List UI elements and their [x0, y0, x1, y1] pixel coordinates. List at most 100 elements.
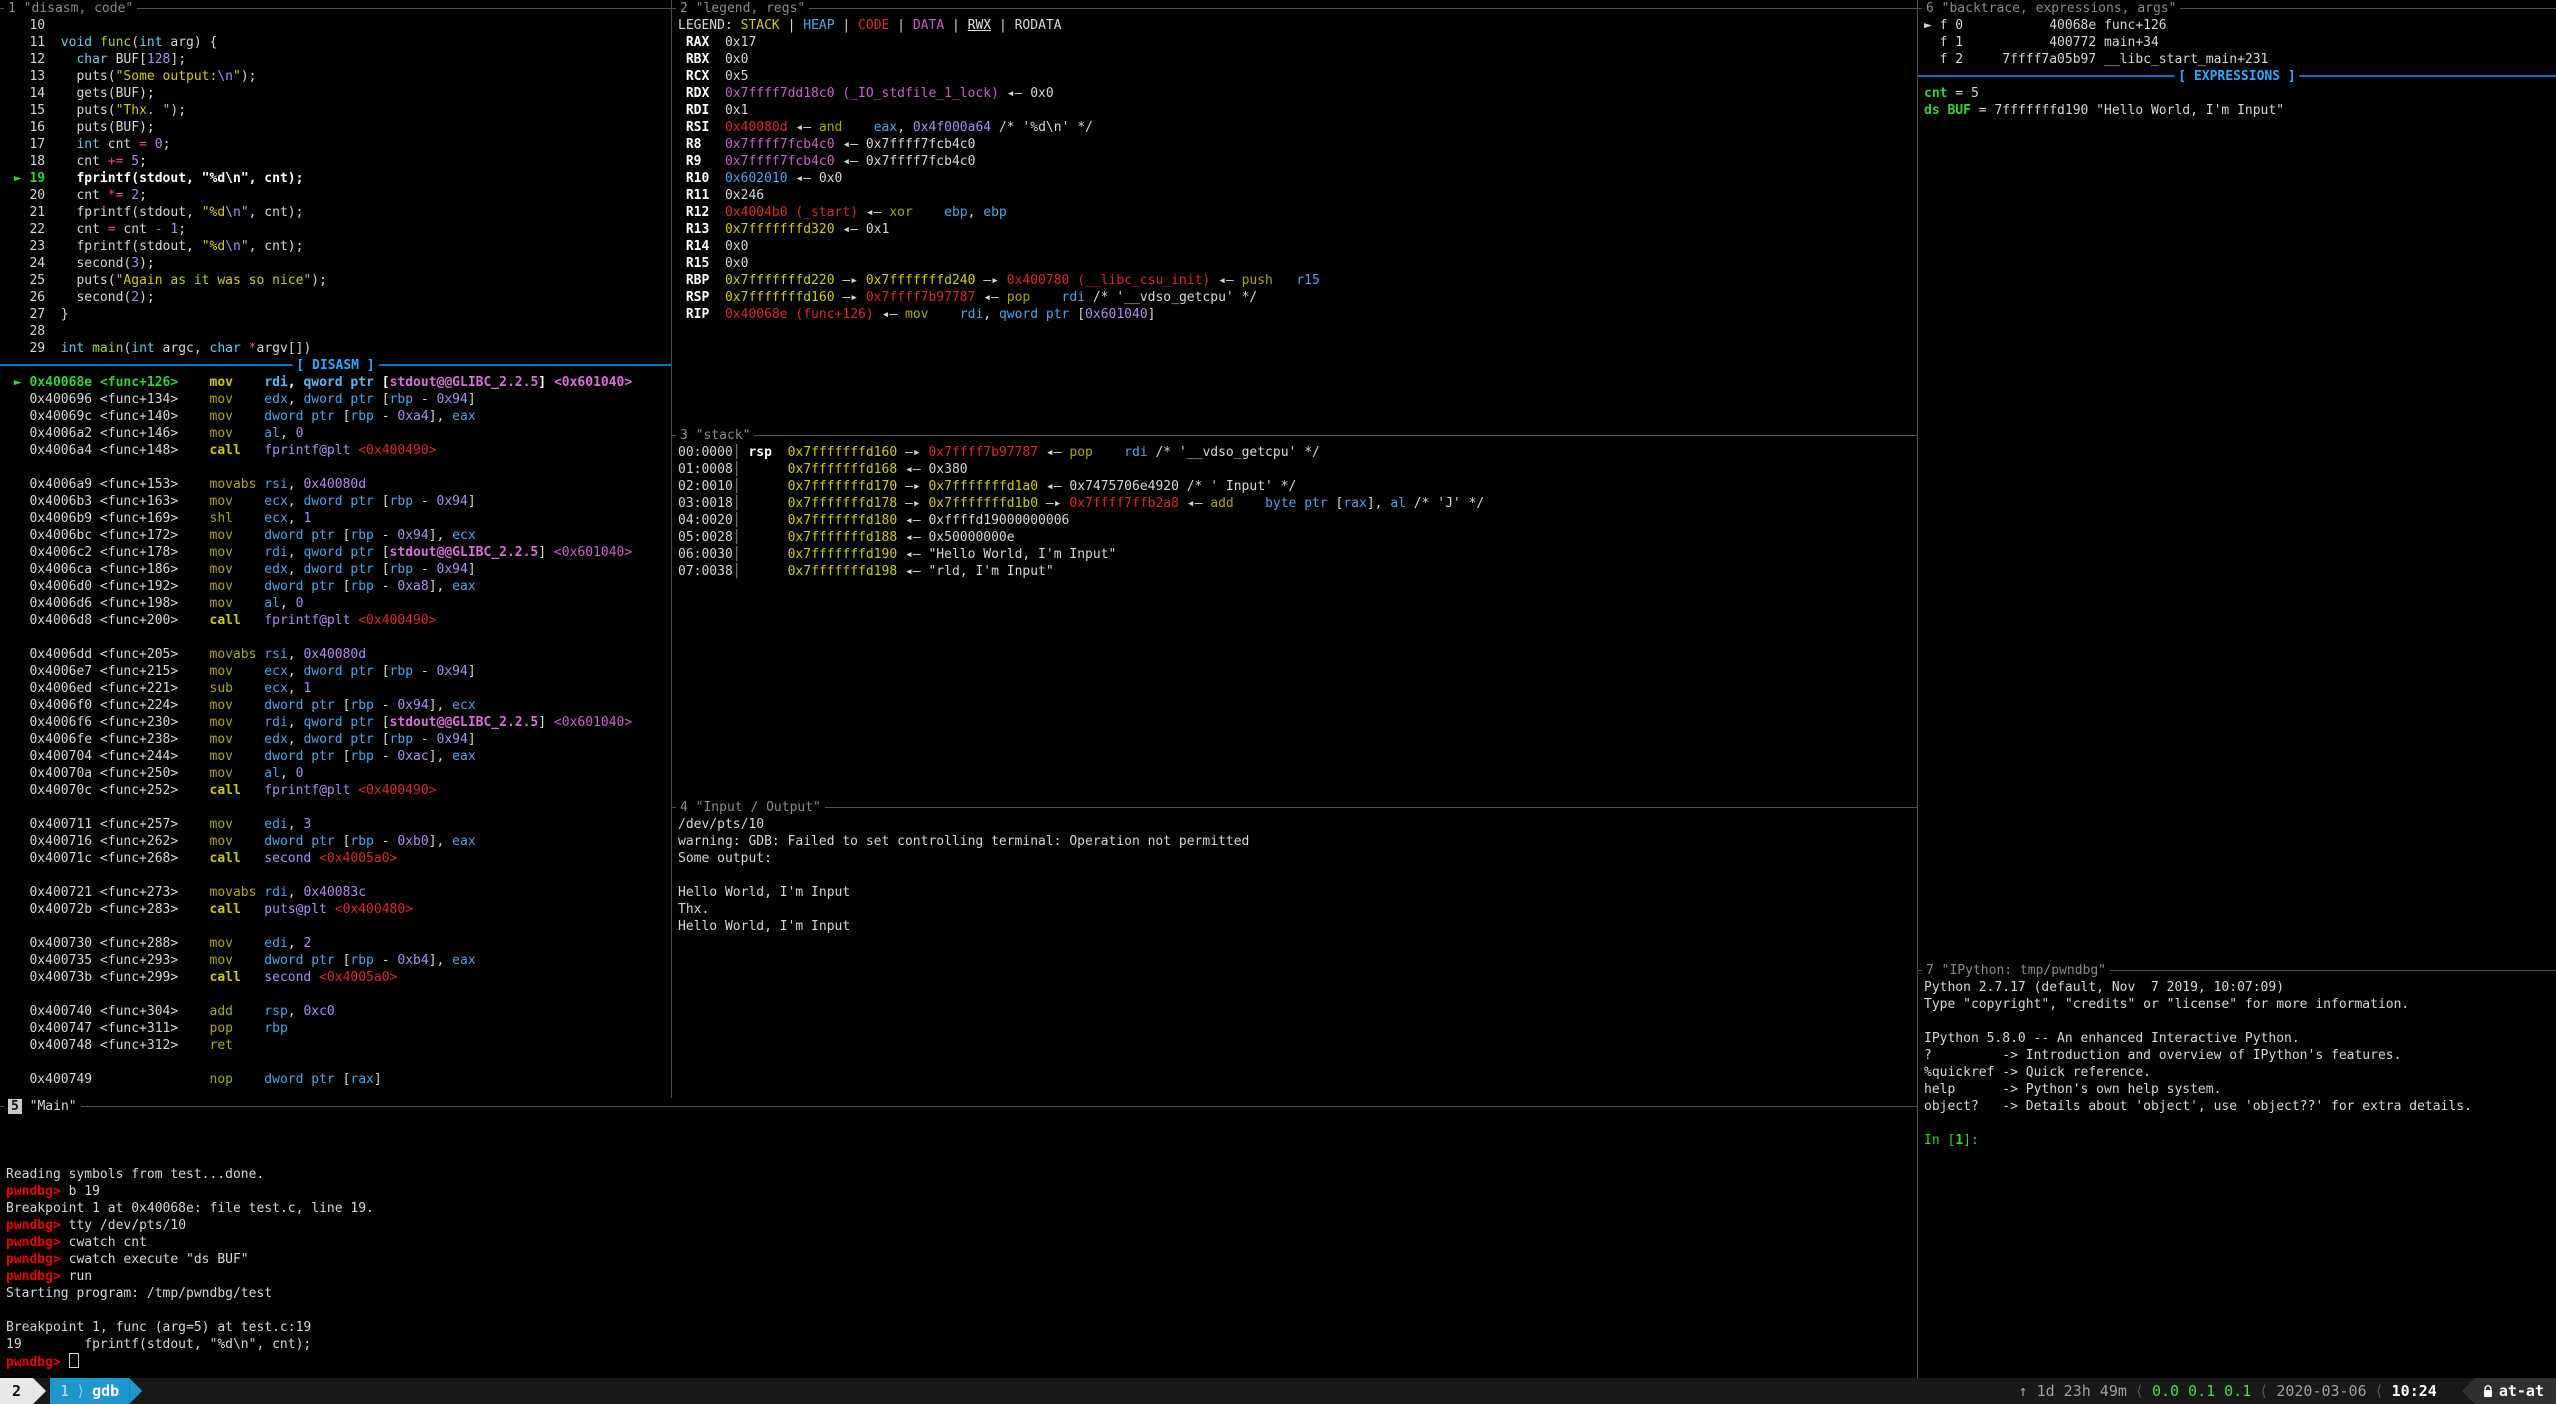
terminal-line: 00:0000│ rsp 0x7fffffffd160 —▸ 0x7ffff7b… [672, 444, 1917, 461]
terminal-line: 0x400740 <func+304> add rsp, 0xc0 [0, 1003, 671, 1020]
ipython-listing: Python 2.7.17 (default, Nov 7 2019, 10:0… [1918, 979, 2556, 1149]
terminal-line: 0x400748 <func+312> ret [0, 1037, 671, 1054]
terminal-line [0, 1115, 1917, 1132]
chevron-right-icon: ⟩ [69, 1378, 92, 1404]
pane-main-console[interactable]: 5 "Main" Reading symbols from test...don… [0, 1098, 1917, 1378]
terminal-line: pwndbg> cwatch execute "ds BUF" [0, 1251, 1917, 1268]
terminal-line: cnt = 5 [1918, 85, 2556, 102]
terminal-line: 22 cnt = cnt - 1; [0, 221, 671, 238]
registers-listing: LEGEND: STACK | HEAP | CODE | DATA | RWX… [672, 17, 1917, 323]
chevron-left-icon: ⟨ [2127, 1378, 2152, 1404]
terminal-line: R10 0x602010 ◂— 0x0 [672, 170, 1917, 187]
terminal-line: 06:0030│ 0x7fffffffd190 ◂— "Hello World,… [672, 546, 1917, 563]
terminal-line: 0x4006e7 <func+215> mov ecx, dword ptr [… [0, 663, 671, 680]
pane-border-horizontal [672, 435, 1917, 436]
tmux-status-bar: 2 1⟩gdb ↑ 1d 23h 49m ⟨ 0.0 0.1 0.1 ⟨ 202… [0, 1378, 2556, 1404]
terminal-line: 0x400716 <func+262> mov dword ptr [rbp -… [0, 833, 671, 850]
pane-source-code[interactable]: 1 "disasm, code" 10 11 void func(int arg… [0, 0, 671, 1098]
terminal-line: R11 0x246 [672, 187, 1917, 204]
terminal-line: 0x4006b3 <func+163> mov ecx, dword ptr [… [0, 493, 671, 510]
terminal-line: 14 gets(BUF); [0, 85, 671, 102]
terminal-line: 0x4006ed <func+221> sub ecx, 1 [0, 680, 671, 697]
backtrace-frames: ► f 0 40068e func+126 f 1 400772 main+34… [1918, 17, 2556, 68]
terminal-line: RBP 0x7fffffffd220 —▸ 0x7fffffffd240 —▸ … [672, 272, 1917, 289]
disasm-section-divider: [ DISASM ] [0, 357, 671, 374]
terminal-line: object? -> Details about 'object', use '… [1918, 1098, 2556, 1115]
terminal-line: Hello World, I'm Input [672, 884, 1917, 901]
powerline-arrow-icon [129, 1378, 142, 1404]
pane-ipython[interactable]: 7 "IPython: tmp/pwndbg" Python 2.7.17 (d… [1918, 962, 2556, 1378]
terminal-line: 0x40071c <func+268> call second <0x4005a… [0, 850, 671, 867]
terminal-line: RAX 0x17 [672, 34, 1917, 51]
terminal-line: 26 second(2); [0, 289, 671, 306]
terminal-line: 0x4006c2 <func+178> mov rdi, qword ptr [… [0, 544, 671, 561]
terminal-line: ► 19 fprintf(stdout, "%d\n", cnt); [0, 170, 671, 187]
terminal-line: ► 0x40068e <func+126> mov rdi, qword ptr… [0, 374, 671, 391]
powerline-arrow-icon [33, 1378, 46, 1404]
terminal-line: R15 0x0 [672, 255, 1917, 272]
host-segment: at-at [2475, 1378, 2556, 1404]
terminal-line: 02:0010│ 0x7fffffffd170 —▸ 0x7fffffffd1a… [672, 478, 1917, 495]
terminal-line: 0x4006a4 <func+148> call fprintf@plt <0x… [0, 442, 671, 459]
pane-border-horizontal [672, 8, 1917, 9]
pane-backtrace-title-bar: 6 "backtrace, expressions, args" [1918, 0, 2556, 17]
window-index: 1 [60, 1378, 69, 1404]
pane-io[interactable]: 4 "Input / Output" /dev/pts/10warning: G… [672, 799, 1917, 1098]
terminal-line: 0x4006bc <func+172> mov dword ptr [rbp -… [0, 527, 671, 544]
terminal-line: R12 0x4004b0 (_start) ◂— xor ebp, ebp [672, 204, 1917, 221]
uptime-value: 1d 23h 49m [2037, 1378, 2127, 1404]
pane-stack[interactable]: 3 "stack" 00:0000│ rsp 0x7fffffffd160 —▸… [672, 427, 1917, 799]
terminal-line: 0x400696 <func+134> mov edx, dword ptr [… [0, 391, 671, 408]
terminal-line: 0x400747 <func+311> pop rbp [0, 1020, 671, 1037]
disasm-divider-label: [ DISASM ] [292, 357, 378, 374]
terminal-line: RBX 0x0 [672, 51, 1917, 68]
load-average: 0.0 0.1 0.1 [2152, 1378, 2251, 1404]
pane-io-title-bar: 4 "Input / Output" [672, 799, 1917, 816]
terminal-line: 0x400711 <func+257> mov edi, 3 [0, 816, 671, 833]
terminal-line: Thx. [672, 901, 1917, 918]
terminal-line: Breakpoint 1, func (arg=5) at test.c:19 [0, 1319, 1917, 1336]
terminal-line: 13 puts("Some output:\n"); [0, 68, 671, 85]
terminal-line: pwndbg> cwatch cnt [0, 1234, 1917, 1251]
terminal-line: 05:0028│ 0x7fffffffd188 ◂— 0x50000000e [672, 529, 1917, 546]
terminal-line: ds BUF = 7fffffffd190 "Hello World, I'm … [1918, 102, 2556, 119]
terminal-line [0, 1149, 1917, 1166]
hostname: at-at [2499, 1378, 2544, 1404]
terminal-line: Type "copyright", "credits" or "license"… [1918, 996, 2556, 1013]
terminal-line: 0x4006d0 <func+192> mov dword ptr [rbp -… [0, 578, 671, 595]
terminal-line [0, 918, 671, 935]
terminal-line: 0x40069c <func+140> mov dword ptr [rbp -… [0, 408, 671, 425]
terminal-line: 0x4006f0 <func+224> mov dword ptr [rbp -… [0, 697, 671, 714]
terminal-line: 03:0018│ 0x7fffffffd178 —▸ 0x7fffffffd1b… [672, 495, 1917, 512]
pane-stack-title: 3 "stack" [676, 427, 754, 444]
terminal-line: R14 0x0 [672, 238, 1917, 255]
terminal-line: 25 puts("Again as it was so nice"); [0, 272, 671, 289]
terminal-line: 21 fprintf(stdout, "%d\n", cnt); [0, 204, 671, 221]
terminal-line: 10 [0, 17, 671, 34]
active-pane-number: 5 [8, 1099, 22, 1114]
terminal-line [0, 1054, 671, 1071]
pane-main-title-bar: 5 "Main" [0, 1098, 1917, 1115]
pane-registers[interactable]: 2 "legend, regs" LEGEND: STACK | HEAP | … [672, 0, 1917, 427]
terminal-line: Reading symbols from test...done. [0, 1166, 1917, 1183]
terminal-line: IPython 5.8.0 -- An enhanced Interactive… [1918, 1030, 2556, 1047]
pane-backtrace[interactable]: 6 "backtrace, expressions, args" ► f 0 4… [1918, 0, 2556, 962]
lock-icon [2483, 1385, 2493, 1398]
powerline-arrow-icon [2462, 1378, 2475, 1404]
terminal-line: 27 } [0, 306, 671, 323]
terminal-line: RIP 0x40068e (func+126) ◂— mov rdi, qwor… [672, 306, 1917, 323]
time-label: 10:24 [2392, 1378, 2437, 1404]
expressions-divider-label: [ EXPRESSIONS ] [2174, 68, 2299, 85]
io-listing: /dev/pts/10warning: GDB: Failed to set c… [672, 816, 1917, 935]
terminal-line [672, 867, 1917, 884]
terminal-line: 0x4006d6 <func+198> mov al, 0 [0, 595, 671, 612]
terminal-line: pwndbg> [0, 1353, 1917, 1370]
terminal-line: 0x40070a <func+250> mov al, 0 [0, 765, 671, 782]
terminal-line: /dev/pts/10 [672, 816, 1917, 833]
terminal-line: Some output: [672, 850, 1917, 867]
terminal-line: help -> Python's own help system. [1918, 1081, 2556, 1098]
pane-border-horizontal [0, 1106, 1917, 1107]
window-tab-gdb[interactable]: 1⟩gdb [50, 1378, 129, 1404]
session-badge[interactable]: 2 [0, 1378, 33, 1404]
terminal-line: 0x400721 <func+273> movabs rdi, 0x40083c [0, 884, 671, 901]
